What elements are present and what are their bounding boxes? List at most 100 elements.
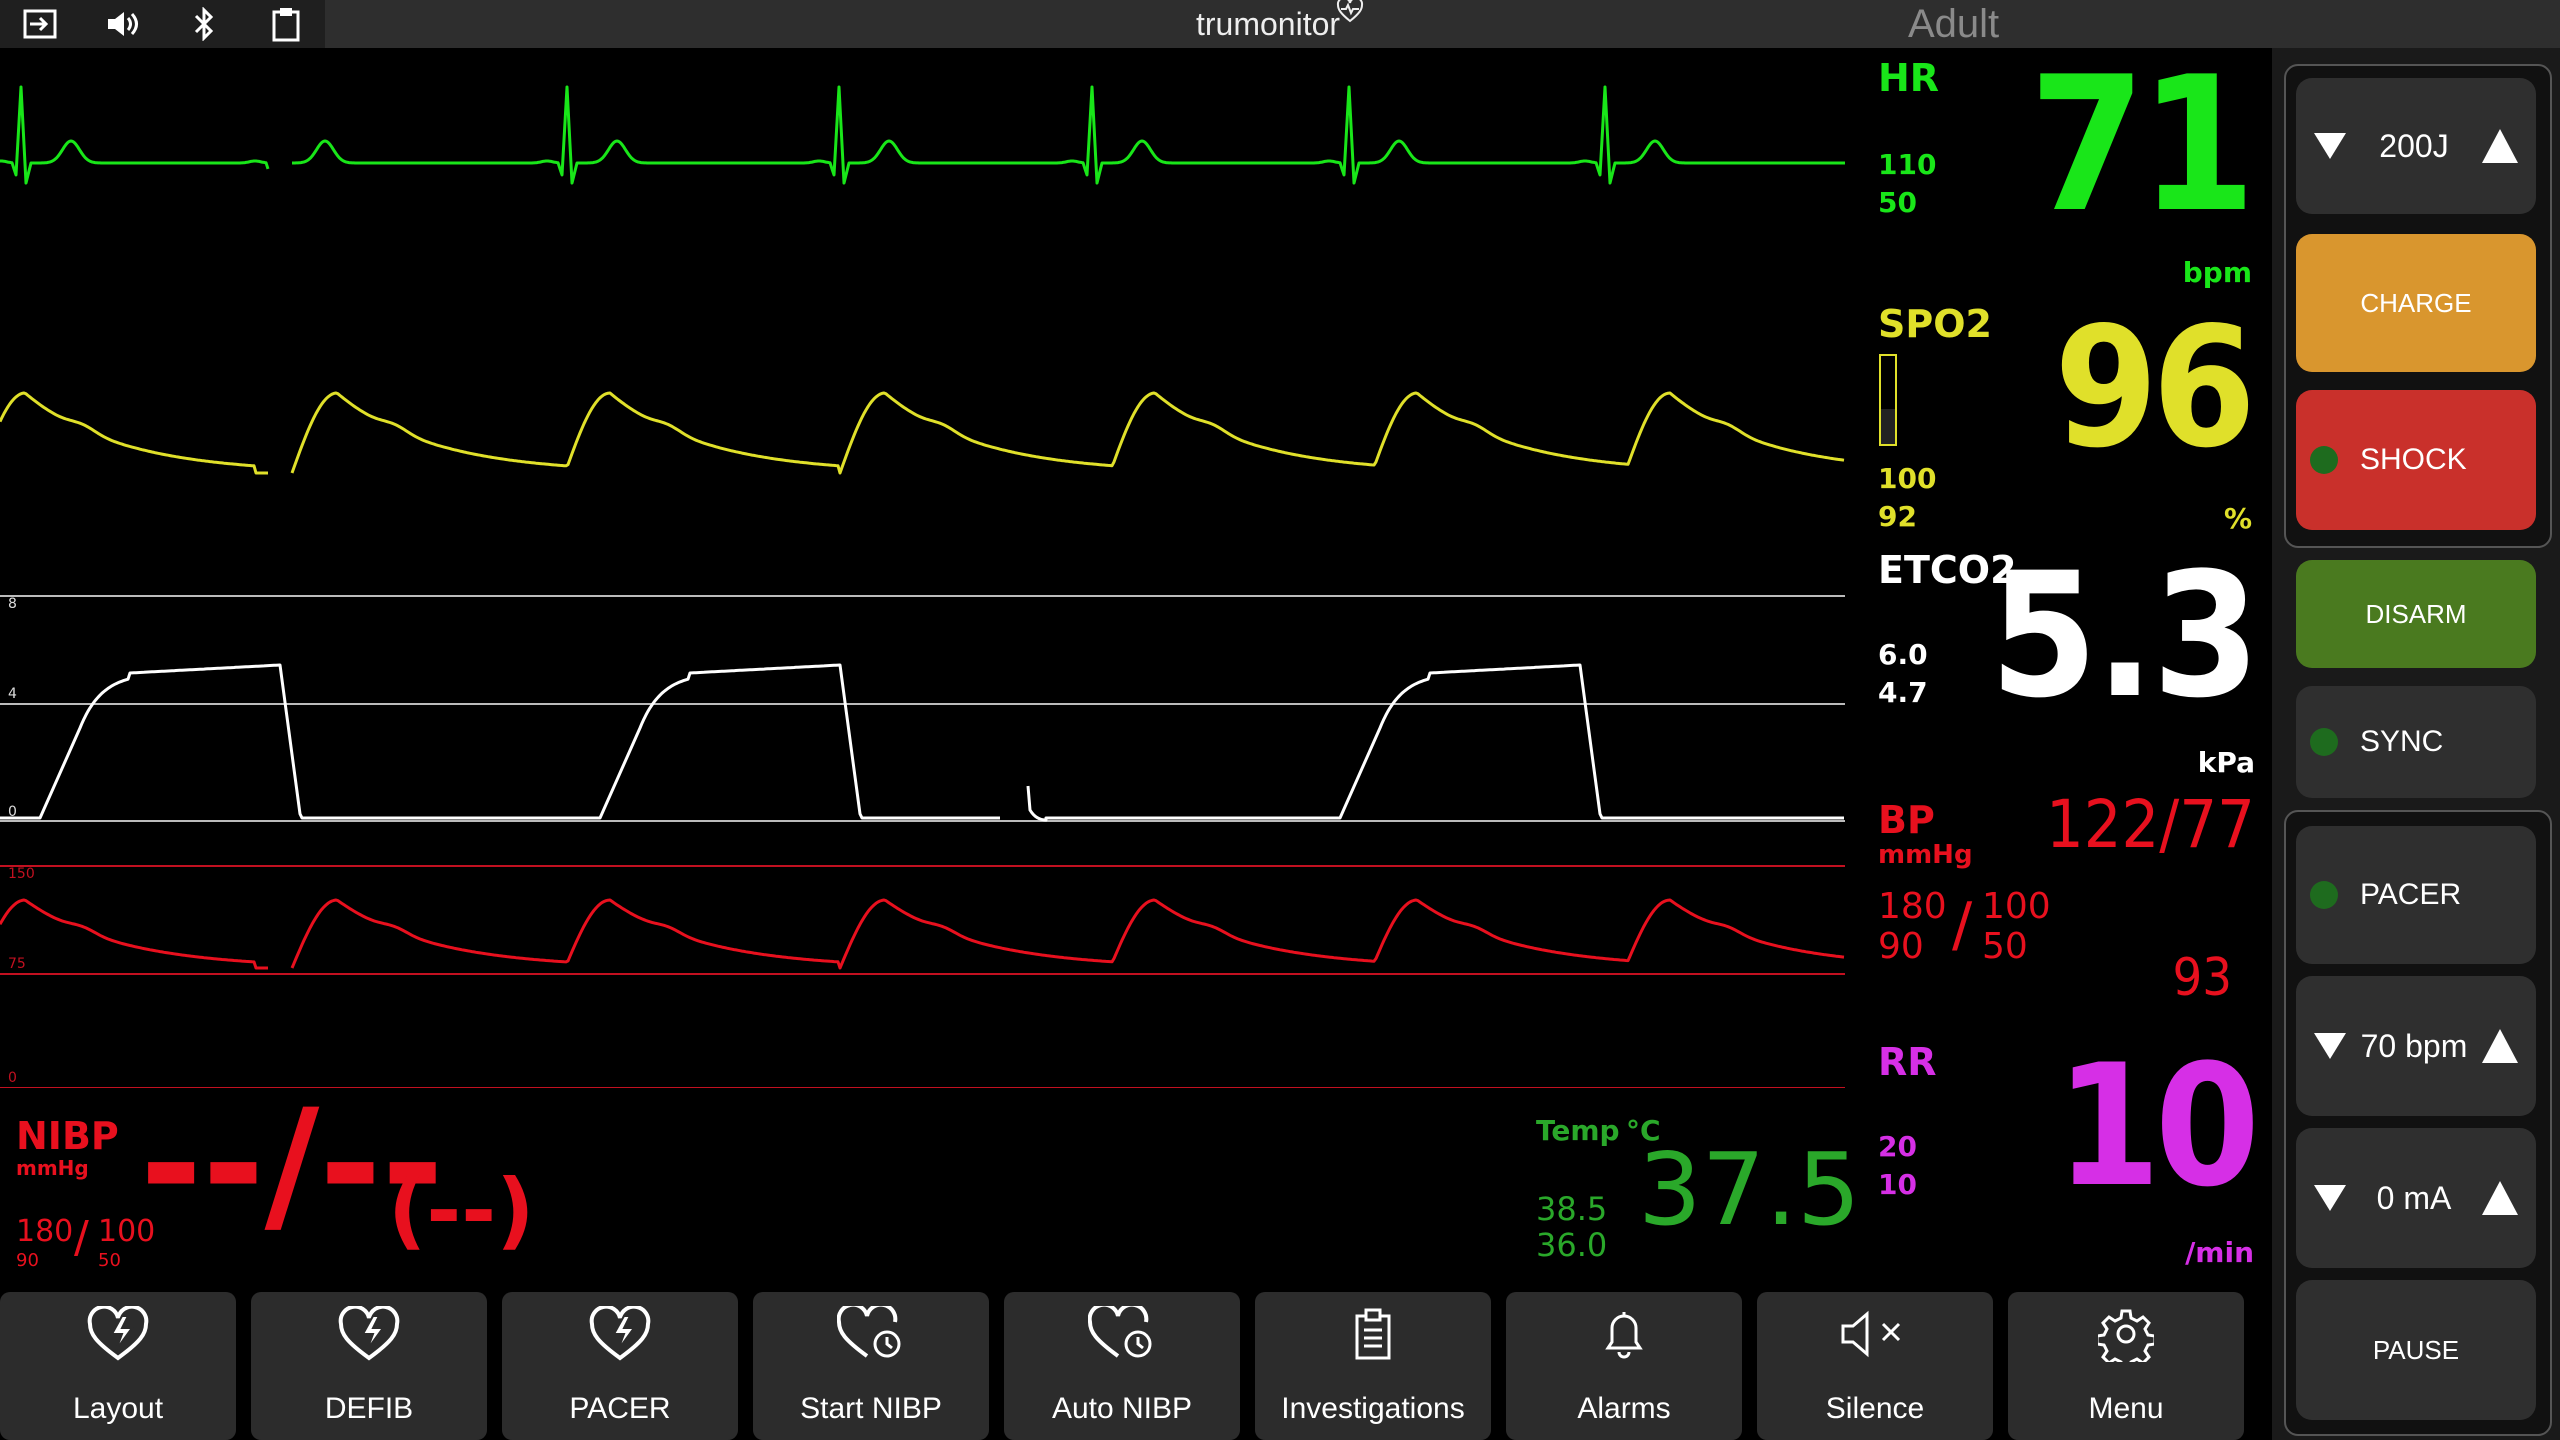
sync-button[interactable]: SYNC xyxy=(2296,686,2536,798)
rr-value: 10 xyxy=(2055,1028,2260,1224)
patient-mode[interactable]: Adult xyxy=(1908,2,1999,47)
investigations-button[interactable]: Investigations xyxy=(1255,1292,1491,1440)
heart-bolt-icon xyxy=(0,1306,236,1366)
current-decrease-button[interactable] xyxy=(2314,1185,2346,1211)
bluetooth-icon[interactable] xyxy=(184,7,224,41)
pacer-rate-selector: 70 bpm xyxy=(2296,976,2536,1116)
pause-button[interactable]: PAUSE xyxy=(2296,1280,2536,1420)
bp-sys-high-limit: 180 xyxy=(1878,886,1947,927)
exit-icon[interactable] xyxy=(20,8,60,40)
silence-button[interactable]: Silence xyxy=(1757,1292,1993,1440)
pacer-current-selector: 0 mA xyxy=(2296,1128,2536,1268)
layout-button[interactable]: Layout xyxy=(0,1292,236,1440)
charge-button[interactable]: CHARGE xyxy=(2296,234,2536,372)
spo2-low-limit: 92 xyxy=(1878,500,1917,533)
hr-value: 71 xyxy=(2029,36,2256,253)
etco2-unit: kPa xyxy=(2197,746,2255,779)
nibp-dia-low-limit: 50 xyxy=(98,1250,121,1271)
energy-increase-button[interactable] xyxy=(2481,129,2518,163)
pacer-button[interactable]: PACER xyxy=(2296,826,2536,964)
bp-sys-low-limit: 90 xyxy=(1878,926,1924,967)
spo2-unit: % xyxy=(2223,502,2252,535)
temp-value: 37.5 xyxy=(1638,1131,1861,1248)
pacer-button[interactable]: PACER xyxy=(502,1292,738,1440)
pacer-indicator xyxy=(2310,881,2338,909)
heart-clock-icon xyxy=(753,1306,989,1366)
speaker-icon[interactable] xyxy=(102,8,142,40)
bp-unit: mmHg xyxy=(1878,840,1973,870)
ecg-waveform-b xyxy=(291,85,1846,185)
toolbar-button-label: Layout xyxy=(72,1392,164,1425)
top-icon-strip xyxy=(0,0,325,48)
nibp-limit-slash: / xyxy=(74,1212,89,1263)
defib-control-panel: 200J CHARGE SHOCK DISARM SYNC PACER 70 b… xyxy=(2272,48,2560,1440)
hr-high-limit: 110 xyxy=(1878,148,1937,181)
bp-waveform-a xyxy=(0,898,268,970)
waveform-area: 8 4 0 150 75 0 xyxy=(0,85,1846,1088)
start-nibp-button[interactable]: Start NIBP xyxy=(753,1292,989,1440)
spo2-value: 96 xyxy=(2054,292,2256,485)
heart-bolt-icon xyxy=(251,1306,487,1366)
rr-unit: /min xyxy=(2185,1236,2254,1269)
sync-indicator xyxy=(2310,728,2338,756)
pacer-rate-value: 70 bpm xyxy=(2360,1027,2468,1064)
etco2-waveform-b xyxy=(1026,663,1844,822)
hr-label: HR xyxy=(1878,56,1940,100)
spo2-high-limit: 100 xyxy=(1878,462,1937,495)
nibp-label: NIBP xyxy=(16,1114,119,1158)
energy-selector: 200J xyxy=(2296,78,2536,214)
toolbar-button-label: Investigations xyxy=(1281,1392,1465,1425)
bp-waveform-b xyxy=(290,898,1845,970)
speaker-mute-icon xyxy=(1757,1306,1993,1366)
defib-button[interactable]: DEFIB xyxy=(251,1292,487,1440)
toolbar-button-label: Start NIBP xyxy=(800,1392,942,1425)
toolbar-button-label: Silence xyxy=(1825,1392,1925,1425)
disarm-button[interactable]: DISARM xyxy=(2296,560,2536,668)
spo2-label: SPO2 xyxy=(1878,302,1992,346)
etco2-high-limit: 6.0 xyxy=(1878,638,1928,671)
etco2-scale-4: 4 xyxy=(8,686,17,702)
toolbar-button-label: Menu xyxy=(2088,1392,2164,1425)
bell-icon xyxy=(1506,1306,1742,1366)
rate-decrease-button[interactable] xyxy=(2314,1033,2346,1059)
pacer-current-value: 0 mA xyxy=(2376,1179,2452,1216)
energy-value: 200J xyxy=(2379,127,2449,164)
toolbar-button-label: PACER xyxy=(569,1392,671,1425)
nibp-dia-high-limit: 100 xyxy=(98,1214,156,1249)
spo2-waveform-a xyxy=(0,391,268,475)
brand-logo: trumonitor xyxy=(1196,0,1368,43)
temp-high-limit: 38.5 xyxy=(1536,1190,1608,1228)
clipboard-list-icon xyxy=(1255,1306,1491,1366)
rr-low-limit: 10 xyxy=(1878,1168,1917,1201)
etco2-low-limit: 4.7 xyxy=(1878,676,1928,709)
rate-increase-button[interactable] xyxy=(2481,1029,2518,1063)
bp-scale-150: 150 xyxy=(8,866,35,882)
etco2-value: 5.3 xyxy=(1989,535,2260,736)
spo2-signal-bar xyxy=(1879,354,1897,446)
etco2-scale-8: 8 xyxy=(8,596,17,612)
rr-label: RR xyxy=(1878,1040,1937,1084)
toolbar-button-label: DEFIB xyxy=(324,1392,414,1425)
heart-clock-icon xyxy=(1004,1306,1240,1366)
bp-dia-low-limit: 50 xyxy=(1982,926,2028,967)
bp-limit-slash: / xyxy=(1952,890,1973,960)
clipboard-icon[interactable] xyxy=(266,8,306,42)
menu-button[interactable]: Menu xyxy=(2008,1292,2244,1440)
auto-nibp-button[interactable]: Auto NIBP xyxy=(1004,1292,1240,1440)
spo2-waveform-b xyxy=(290,391,1845,475)
energy-decrease-button[interactable] xyxy=(2314,133,2346,159)
bp-scale-0: 0 xyxy=(8,1070,17,1086)
toolbar-button-label: Alarms xyxy=(1577,1392,1671,1425)
current-increase-button[interactable] xyxy=(2482,1181,2518,1215)
temp-low-limit: 36.0 xyxy=(1536,1226,1608,1264)
ecg-waveform-a xyxy=(0,85,270,185)
bp-value: 122/77 xyxy=(2046,786,2255,863)
nibp-mean-value: (--) xyxy=(388,1161,535,1259)
shock-button[interactable]: SHOCK xyxy=(2296,390,2536,530)
alarms-button[interactable]: Alarms xyxy=(1506,1292,1742,1440)
nibp-sys-high-limit: 180 xyxy=(16,1214,74,1249)
bp-label: BP xyxy=(1878,798,1935,842)
bp-dia-high-limit: 100 xyxy=(1982,886,2051,927)
temp-label: Temp xyxy=(1536,1114,1620,1147)
shock-indicator xyxy=(2310,446,2338,474)
